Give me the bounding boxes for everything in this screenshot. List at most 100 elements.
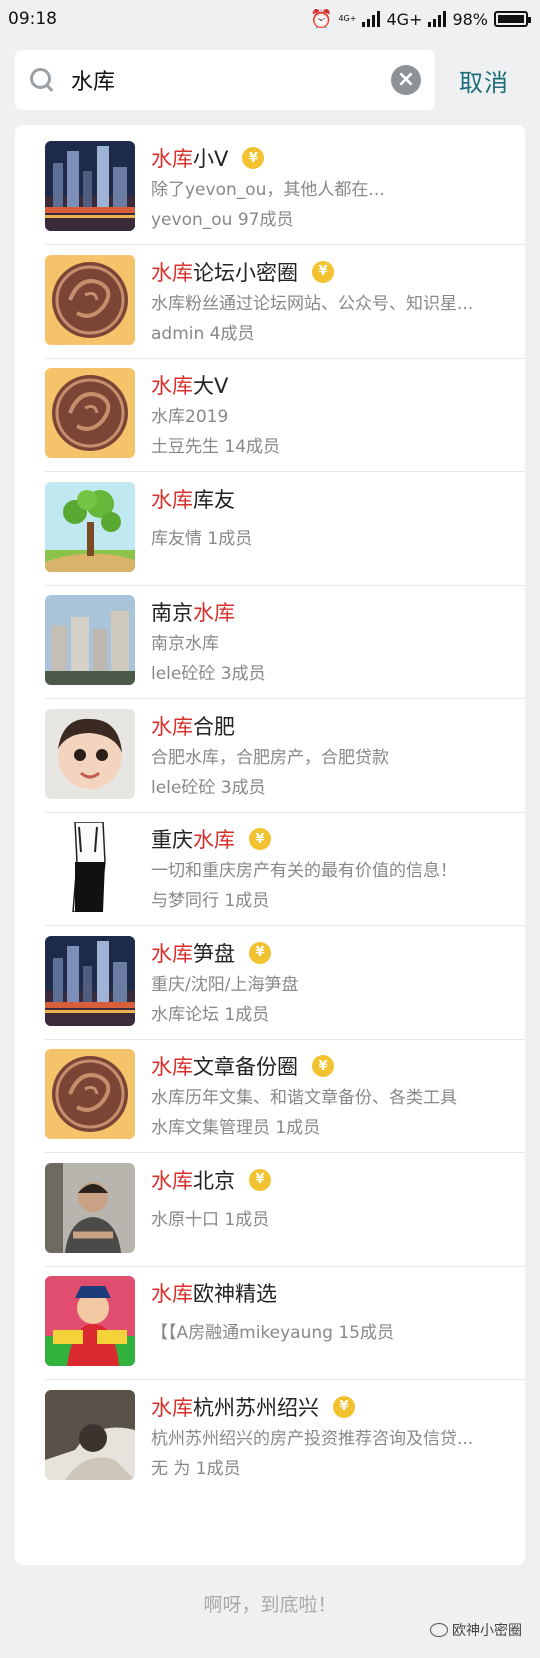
title-highlight: 水库: [151, 1055, 193, 1079]
title-highlight: 水库: [151, 1168, 193, 1193]
status-bar: 09:18 ⏰ 4G+ 4G+ 98%: [0, 0, 540, 38]
group-avatar: [45, 141, 135, 231]
status-time: 09:18: [8, 9, 57, 29]
list-item[interactable]: 水库 合肥合肥水库，合肥房产，合肥贷款 lele砼砼 3成员: [15, 693, 525, 813]
network-label: 4G+: [386, 9, 423, 29]
item-meta: yevon_ou 97成员: [151, 210, 294, 230]
item-description: 水库2019: [151, 407, 229, 427]
title-rest: 杭州苏州绍兴: [193, 1395, 319, 1420]
verified-coin-icon: ¥: [249, 1168, 271, 1191]
verified-coin-icon: ¥: [242, 147, 265, 169]
signal-icon: [362, 11, 381, 27]
title-highlight: 水库: [193, 601, 235, 625]
list-item[interactable]: 水库 欧神精选【【A房融通mikeyaung 15成员: [15, 1260, 525, 1380]
item-description: 合肥水库，合肥房产，合肥贷款: [151, 747, 389, 768]
group-avatar: [45, 1049, 135, 1139]
list-item[interactable]: 水库 小V ¥ 除了yevon_ou，其他人都在... yevon_ou 97成员: [15, 125, 525, 245]
signal-icon-2: [428, 11, 447, 27]
item-title: 水库 笋盘 ¥: [151, 938, 271, 968]
item-title: 水库 北京 ¥: [151, 1165, 271, 1195]
battery-icon: [494, 11, 531, 27]
clear-icon[interactable]: ×: [391, 65, 421, 95]
item-meta: admin 4成员: [151, 323, 255, 344]
title-prefix: 南京: [151, 601, 193, 625]
search-icon: [29, 67, 55, 93]
title-highlight: 水库: [151, 941, 193, 966]
watermark-label: 欧神小密圈: [452, 1623, 522, 1639]
item-title: 水库 大V: [151, 370, 228, 400]
title-rest: 大V: [193, 374, 229, 398]
list-item[interactable]: 水库 北京 ¥ 水原十口 1成员: [15, 1147, 525, 1267]
title-highlight: 水库: [151, 1395, 193, 1420]
result-list: 水库 小V ¥ 除了yevon_ou，其他人都在... yevon_ou 97成员 水库论…: [15, 125, 525, 1565]
item-meta: 水库文集管理员 1成员: [151, 1118, 321, 1138]
title-rest: 笋盘: [193, 941, 235, 966]
verified-coin-icon: ¥: [333, 1395, 355, 1418]
item-title: 水库 小V ¥: [151, 143, 265, 173]
title-rest: 北京: [193, 1168, 235, 1193]
title-rest: 合肥: [193, 714, 235, 739]
item-title: 水库 欧神精选: [151, 1278, 277, 1308]
battery-percent: 98%: [452, 9, 488, 29]
item-description: 水库历年文集、和谐文章备份、各类工具: [151, 1088, 457, 1108]
list-item[interactable]: 水库 杭州苏州绍兴 ¥ 杭州苏州绍兴的房产投资推荐咨询及信贷... 无 为 1成员: [15, 1374, 525, 1494]
search-box[interactable]: ×: [15, 50, 435, 110]
title-rest: 文章备份圈: [193, 1055, 298, 1079]
title-highlight: 水库: [193, 828, 235, 852]
search-bar: × 取消: [15, 50, 525, 110]
group-avatar: [45, 368, 135, 458]
title-rest: 欧神精选: [193, 1282, 277, 1306]
title-highlight: 水库: [151, 260, 193, 285]
group-avatar: [45, 822, 135, 912]
item-meta: 库友情 1成员: [151, 528, 253, 549]
cancel-button[interactable]: 取消: [459, 63, 509, 98]
title-rest: 论坛小密圈: [193, 260, 298, 285]
verified-coin-icon: ¥: [249, 941, 271, 964]
search-input[interactable]: [71, 67, 391, 93]
group-avatar: [45, 1276, 135, 1366]
wechat-icon: [430, 1623, 448, 1637]
list-item[interactable]: 水库 论坛小密圈 ¥ 水库粉丝通过论坛网站、公众号、知识星... admin 4成员: [15, 239, 525, 359]
verified-coin-icon: ¥: [249, 828, 271, 850]
item-meta: 【【A房融通mikeyaung 15成员: [151, 1323, 394, 1343]
list-item[interactable]: 水库 库友库友情 1成员: [15, 466, 525, 586]
item-meta: 土豆先生 14成员: [151, 437, 281, 457]
item-description: 水库粉丝通过论坛网站、公众号、知识星...: [151, 293, 474, 314]
title-highlight: 水库: [151, 1282, 193, 1306]
title-highlight: 水库: [151, 147, 193, 171]
title-highlight: 水库: [151, 374, 193, 398]
list-item[interactable]: 水库 大V 水库2019 土豆先生 14成员: [15, 352, 525, 472]
item-description: 重庆/沈阳/上海笋盘: [151, 974, 299, 995]
watermark: 欧神小密圈: [430, 1620, 522, 1640]
item-title: 水库 库友: [151, 484, 235, 514]
item-meta: 无 为 1成员: [151, 1458, 241, 1479]
list-item[interactable]: 水库 笋盘 ¥ 重庆/沈阳/上海笋盘 水库论坛 1成员: [15, 920, 525, 1040]
title-highlight: 水库: [151, 714, 193, 739]
item-description: 除了yevon_ou，其他人都在...: [151, 180, 385, 200]
end-of-list-text: 啊呀，到底啦！: [203, 1594, 337, 1616]
group-avatar: [45, 1389, 135, 1480]
network-small-label: 4G+: [338, 14, 357, 23]
item-meta: lele砼砼 3成员: [151, 777, 266, 798]
item-title: 南京 水库: [151, 597, 235, 627]
group-avatar: [45, 481, 135, 572]
group-avatar: [45, 708, 135, 799]
title-highlight: 水库: [151, 487, 193, 512]
group-avatar: [45, 595, 135, 685]
item-description: 一切和重庆房产有关的最有价值的信息！: [151, 861, 457, 881]
list-item[interactable]: 重庆 水库 ¥ 一切和重庆房产有关的最有价值的信息！ 与梦同行 1成员: [15, 806, 525, 926]
item-title: 重庆 水库 ¥: [151, 824, 271, 854]
title-prefix: 重庆: [151, 828, 193, 852]
item-title: 水库 合肥: [151, 711, 235, 741]
verified-coin-icon: ¥: [312, 1055, 334, 1077]
title-rest: 库友: [193, 487, 235, 512]
alarm-icon: ⏰: [310, 8, 333, 30]
list-item[interactable]: 水库 文章备份圈 ¥ 水库历年文集、和谐文章备份、各类工具 水库文集管理员 1成员: [15, 1033, 525, 1153]
group-avatar: [45, 1162, 135, 1253]
item-description: 南京水库: [151, 634, 219, 654]
verified-coin-icon: ¥: [312, 260, 334, 283]
item-title: 水库 论坛小密圈 ¥: [151, 257, 334, 287]
title-rest: 小V: [193, 147, 229, 171]
item-meta: 与梦同行 1成员: [151, 891, 270, 911]
list-item[interactable]: 南京 水库 南京水库 lele砼砼 3成员: [15, 579, 525, 699]
